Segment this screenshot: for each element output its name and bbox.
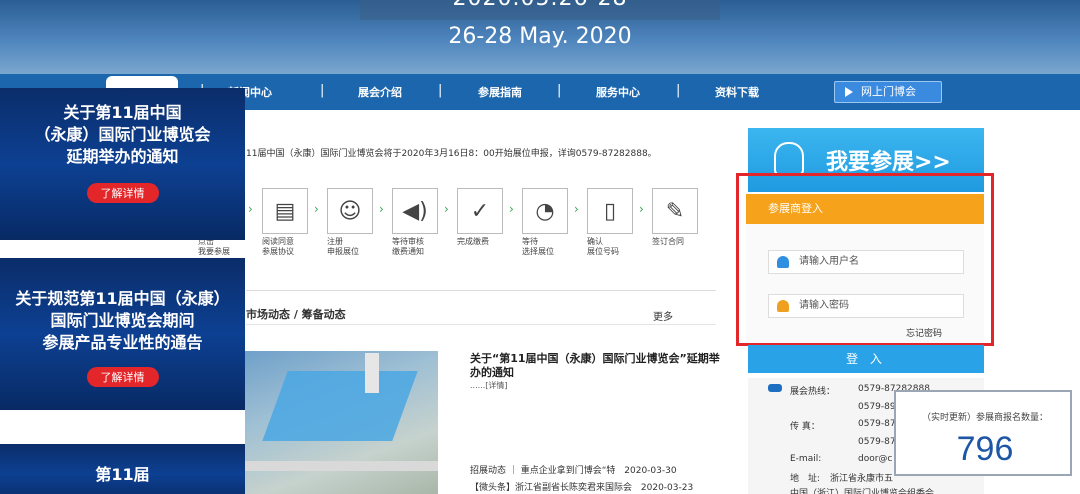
- tower-shape: [365, 353, 379, 393]
- nav-item-service[interactable]: 服务中心: [596, 84, 640, 100]
- banner-date-top: 2020.05.26-28: [0, 0, 1080, 11]
- email-label: E-mail:: [790, 454, 822, 464]
- edit-icon: ✎: [652, 188, 698, 234]
- check-icon: ✓: [457, 188, 503, 234]
- step-6[interactable]: ◔ 等待 选择展位: [522, 188, 582, 257]
- ad-third[interactable]: 第11届: [0, 444, 245, 494]
- fax-value: 0579-87: [858, 437, 896, 447]
- banner-date-en: 26-28 May. 2020: [448, 24, 632, 49]
- step-label: 确认: [587, 237, 603, 246]
- mouse-icon: ▯: [587, 188, 633, 234]
- nav-separator: |: [320, 83, 325, 98]
- nav-separator: |: [557, 83, 562, 98]
- email-value[interactable]: door@c: [858, 454, 892, 464]
- chevron-right-icon: ›: [574, 202, 579, 216]
- nav-separator: |: [676, 83, 681, 98]
- address-extra: 中国（浙江）国际门业博览会组委会: [790, 489, 935, 494]
- step-5[interactable]: ✓ 完成缴费: [457, 188, 517, 247]
- step-label: 选择展位: [522, 247, 554, 256]
- highlight-frame: [736, 173, 994, 346]
- step-4[interactable]: ◀) 等待审核 缴费通知: [392, 188, 452, 257]
- news-item-text: 【微头条】浙江省副省长陈奕君来国际会: [470, 483, 633, 493]
- nav-separator: |: [438, 83, 443, 98]
- step-label: 注册: [327, 237, 343, 246]
- ad-title-line: 第11届: [95, 465, 150, 484]
- step-7[interactable]: ▯ 确认 展位号码: [587, 188, 647, 257]
- step-label: 等待: [522, 237, 538, 246]
- divider: [246, 290, 716, 291]
- notice-text: 11届中国（永康）国际门业博览会将于2020年3月16日8：00开始展位申报，详…: [246, 149, 657, 159]
- fax-value: 0579-87: [858, 419, 896, 429]
- ad-title-line: 关于第11届中国: [63, 103, 182, 122]
- news-headline[interactable]: 关于“第11届中国（永康）国际门业博览会”延期举办的通知: [470, 352, 720, 380]
- news-image[interactable]: [245, 351, 438, 494]
- ad-title-line: （永康）国际门业博览会: [34, 125, 211, 144]
- step-label: 参展协议: [262, 247, 294, 256]
- step-3[interactable]: ☺ 注册 申报展位: [327, 188, 387, 257]
- speaker-icon: ◀): [392, 188, 438, 234]
- news-item-date: 2020-03-23: [640, 483, 694, 493]
- step-label: 缴费通知: [392, 247, 424, 256]
- news-item-text: 招展动态 ｜ 重点企业拿到门博会“特: [470, 466, 616, 476]
- ad-title-line: 延期举办的通知: [66, 147, 179, 166]
- roof-shape: [262, 371, 418, 441]
- ad-postpone-notice[interactable]: 关于第11届中国 （永康）国际门业博览会 延期举办的通知 了解详情: [0, 88, 245, 240]
- section-title[interactable]: 市场动态 / 筹备动态: [246, 306, 346, 322]
- address-label: 地 址:: [790, 474, 821, 484]
- registration-counter: （实时更新）参展商报名数量： 796: [894, 390, 1072, 476]
- chevron-right-icon: ›: [509, 202, 514, 216]
- step-label: 展位号码: [587, 247, 619, 256]
- login-button[interactable]: 登 入: [748, 345, 984, 373]
- more-link[interactable]: 更多: [653, 308, 673, 323]
- step-label: 签订合同: [652, 237, 684, 246]
- process-steps: 点击 我要参展 › ▤ 阅读同意 参展协议 › ☺ 注册 申报展位 › ◀) 等待审核…: [198, 188, 718, 278]
- join-banner-text: 我要参展>>: [826, 150, 951, 175]
- counter-value: 796: [956, 430, 1014, 468]
- nav-item-intro[interactable]: 展会介绍: [358, 84, 402, 100]
- online-expo-button[interactable]: 网上门博会: [834, 81, 942, 103]
- chevron-right-icon: ›: [444, 202, 449, 216]
- step-label: 完成缴费: [457, 237, 489, 246]
- ad-title-line: 国际门业博览会期间: [50, 311, 195, 330]
- news-item-date: 2020-03-30: [624, 466, 677, 476]
- ad-details-button[interactable]: 了解详情: [86, 367, 159, 387]
- phone-icon: [768, 384, 782, 392]
- counter-label: （实时更新）参展商报名数量：: [921, 413, 1048, 423]
- user-icon: ☺: [327, 188, 373, 234]
- stopwatch-icon: ◔: [522, 188, 568, 234]
- chevron-right-icon: ›: [314, 202, 319, 216]
- news-detail-link[interactable]: ......[详情]: [470, 380, 508, 391]
- ad-product-notice[interactable]: 关于规范第11届中国（永康） 国际门业博览会期间 参展产品专业性的通告 了解详情: [0, 258, 245, 410]
- chevron-right-icon: ›: [248, 202, 253, 216]
- document-icon: ▤: [262, 188, 308, 234]
- top-banner: 2020.05.26-28 26-28 May. 2020: [0, 0, 1080, 74]
- exhibitor-icon: [774, 142, 804, 176]
- chevron-right-icon: ›: [379, 202, 384, 216]
- divider: [246, 324, 716, 325]
- chevron-right-icon: ›: [639, 202, 644, 216]
- news-item[interactable]: 招展动态 ｜ 重点企业拿到门博会“特 2020-03-30: [470, 463, 677, 476]
- step-label: 等待审核: [392, 237, 424, 246]
- online-expo-label: 网上门博会: [861, 85, 916, 98]
- nav-item-download[interactable]: 资料下载: [715, 84, 759, 100]
- step-2[interactable]: ▤ 阅读同意 参展协议: [262, 188, 322, 257]
- ad-details-button[interactable]: 了解详情: [86, 183, 159, 203]
- hotline-value: 0579-89: [858, 402, 896, 412]
- address-value: 浙江省永康市五: [830, 474, 894, 484]
- step-8[interactable]: ✎ 签订合同: [652, 188, 712, 247]
- play-arrow-icon: [845, 87, 853, 97]
- ad-title-line: 参展产品专业性的通告: [42, 333, 203, 352]
- news-item[interactable]: 【微头条】浙江省副省长陈奕君来国际会 2020-03-23: [470, 480, 693, 493]
- hotline-label: 展会热线：: [790, 387, 836, 397]
- fax-label: 传 真：: [790, 422, 820, 432]
- road-shape: [245, 461, 438, 471]
- nav-item-guide[interactable]: 参展指南: [478, 84, 522, 100]
- ad-title-line: 关于规范第11届中国（永康）: [15, 289, 230, 308]
- step-label: 我要参展: [198, 247, 230, 256]
- step-label: 申报展位: [327, 247, 359, 256]
- step-label: 阅读同意: [262, 237, 294, 246]
